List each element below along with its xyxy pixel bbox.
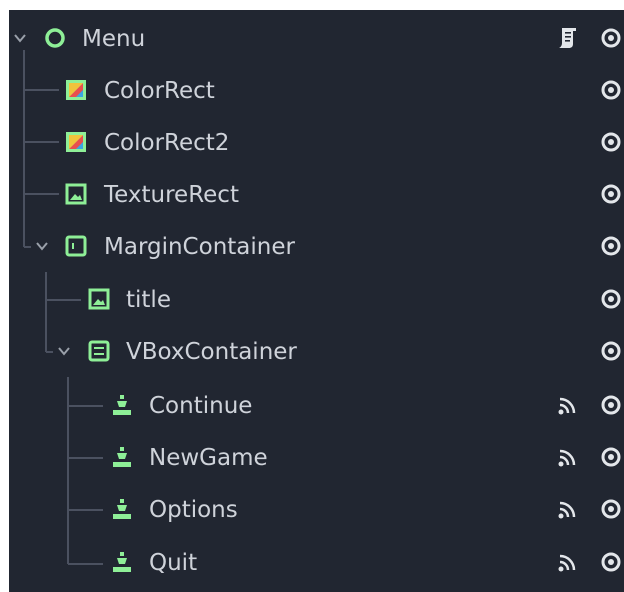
node-label[interactable]: ColorRect	[104, 77, 215, 105]
node-label[interactable]: VBoxContainer	[126, 338, 297, 366]
node-label[interactable]: Options	[149, 496, 238, 524]
node-label[interactable]: ColorRect2	[104, 129, 229, 157]
tree-row-texturerect[interactable]: TextureRect	[9, 169, 624, 221]
texture-rect-icon	[88, 288, 110, 310]
node-label[interactable]: MarginContainer	[104, 233, 295, 261]
collapse-arrow-icon[interactable]	[36, 241, 48, 251]
visibility-eye-icon[interactable]	[600, 340, 622, 362]
collapse-arrow-icon[interactable]	[14, 33, 26, 43]
script-icon[interactable]	[557, 27, 577, 49]
tree-row-title[interactable]: title	[9, 274, 624, 326]
visibility-eye-icon[interactable]	[600, 446, 622, 468]
tree-row-options[interactable]: Options	[9, 484, 624, 536]
node-label[interactable]: NewGame	[149, 444, 268, 472]
node-label[interactable]: Quit	[149, 549, 197, 577]
visibility-eye-icon[interactable]	[600, 131, 622, 153]
tree-row-colorrect[interactable]: ColorRect	[9, 65, 624, 117]
node-label[interactable]: title	[126, 286, 171, 314]
button-icon	[113, 499, 131, 519]
visibility-eye-icon[interactable]	[600, 27, 622, 49]
tree-row-newgame[interactable]: NewGame	[9, 432, 624, 484]
texture-rect-icon	[65, 183, 87, 205]
margin-container-icon	[65, 235, 87, 257]
signal-connection-icon[interactable]	[557, 396, 577, 416]
tree-row-vboxcontainer[interactable]: VBoxContainer	[9, 326, 624, 378]
node-label[interactable]: TextureRect	[104, 181, 239, 209]
button-icon	[113, 447, 131, 467]
tree-row-quit[interactable]: Quit	[9, 537, 624, 589]
tree-row-margincontainer[interactable]: MarginContainer	[9, 221, 624, 273]
signal-connection-icon[interactable]	[557, 553, 577, 573]
signal-connection-icon[interactable]	[557, 448, 577, 468]
visibility-eye-icon[interactable]	[600, 235, 622, 257]
tree-row-colorrect2[interactable]: ColorRect2	[9, 117, 624, 169]
visibility-eye-icon[interactable]	[600, 394, 622, 416]
button-icon	[113, 552, 131, 572]
node-circle-icon	[45, 28, 65, 48]
scene-tree-panel: Menu ColorRect ColorRect2 TextureRect Ma…	[9, 10, 624, 592]
tree-row-continue[interactable]: Continue	[9, 380, 624, 432]
vbox-container-icon	[88, 340, 110, 362]
tree-row-menu[interactable]: Menu	[9, 13, 624, 65]
visibility-eye-icon[interactable]	[600, 288, 622, 310]
collapse-arrow-icon[interactable]	[58, 346, 70, 356]
node-label[interactable]: Menu	[82, 25, 145, 53]
visibility-eye-icon[interactable]	[600, 79, 622, 101]
color-rect-icon	[66, 80, 86, 100]
visibility-eye-icon[interactable]	[600, 551, 622, 573]
visibility-eye-icon[interactable]	[600, 183, 622, 205]
button-icon	[113, 395, 131, 415]
color-rect-icon	[66, 132, 86, 152]
node-label[interactable]: Continue	[149, 392, 252, 420]
visibility-eye-icon[interactable]	[600, 498, 622, 520]
signal-connection-icon[interactable]	[557, 500, 577, 520]
